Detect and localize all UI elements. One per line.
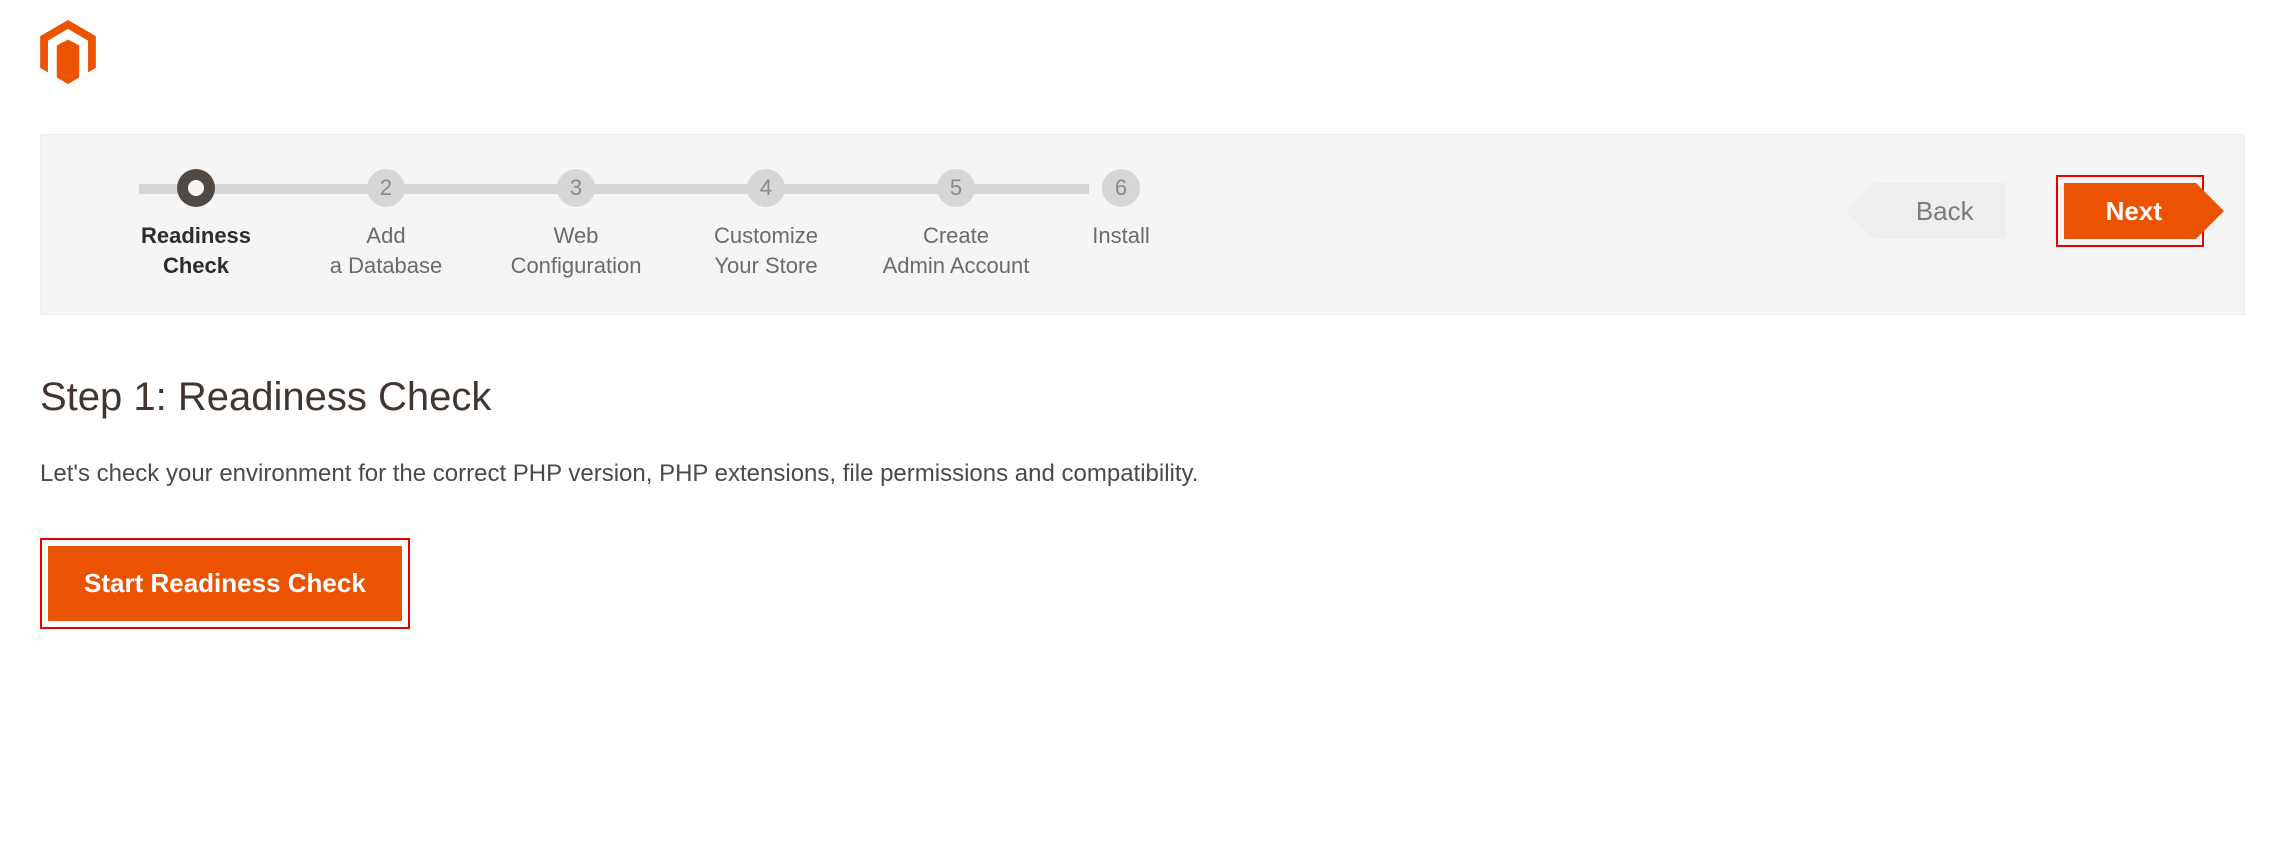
step-label: Create Admin Account bbox=[883, 221, 1030, 280]
step-connector bbox=[139, 184, 329, 194]
back-button[interactable]: Back bbox=[1874, 183, 2006, 239]
wizard-progress-bar: Readiness Check 2 Add a Database 3 Web C… bbox=[40, 134, 2245, 315]
page-title: Step 1: Readiness Check bbox=[40, 375, 2245, 420]
step-number: 4 bbox=[760, 175, 772, 201]
start-button-highlight: Start Readiness Check bbox=[40, 538, 410, 629]
wizard-steps: Readiness Check 2 Add a Database 3 Web C… bbox=[101, 169, 1191, 280]
next-button[interactable]: Next bbox=[2064, 183, 2196, 239]
step-connector bbox=[519, 184, 709, 194]
step-label: Install bbox=[1092, 221, 1149, 251]
step-indicator-icon: 6 bbox=[1102, 169, 1140, 207]
step-indicator-icon: 3 bbox=[557, 169, 595, 207]
step-connector bbox=[329, 184, 519, 194]
back-button-label: Back bbox=[1916, 196, 1974, 227]
step-number: 2 bbox=[380, 175, 392, 201]
step-indicator-icon: 2 bbox=[367, 169, 405, 207]
magento-logo-icon bbox=[40, 20, 2245, 84]
header bbox=[0, 0, 2285, 94]
wizard-step-install[interactable]: 6 Install bbox=[1051, 169, 1191, 251]
page-content: Step 1: Readiness Check Let's check your… bbox=[0, 315, 2285, 689]
step-number: 6 bbox=[1115, 175, 1127, 201]
page-description: Let's check your environment for the cor… bbox=[40, 460, 2245, 488]
next-button-highlight: Next bbox=[2056, 175, 2204, 247]
start-readiness-check-button[interactable]: Start Readiness Check bbox=[48, 546, 402, 621]
step-connector bbox=[709, 184, 899, 194]
step-label: Customize Your Store bbox=[714, 221, 818, 280]
step-number: 5 bbox=[950, 175, 962, 201]
step-indicator-active-icon bbox=[177, 169, 215, 207]
step-label: Add a Database bbox=[330, 221, 443, 280]
step-label: Web Configuration bbox=[511, 221, 642, 280]
step-number: 3 bbox=[570, 175, 582, 201]
wizard-step-readiness-check[interactable]: Readiness Check bbox=[101, 169, 291, 280]
step-connector bbox=[899, 184, 1089, 194]
step-indicator-icon: 5 bbox=[937, 169, 975, 207]
step-indicator-icon: 4 bbox=[747, 169, 785, 207]
wizard-nav-buttons: Back Next bbox=[1874, 169, 2204, 247]
step-label: Readiness Check bbox=[141, 221, 251, 280]
next-button-label: Next bbox=[2106, 196, 2162, 227]
start-button-label: Start Readiness Check bbox=[84, 568, 366, 598]
